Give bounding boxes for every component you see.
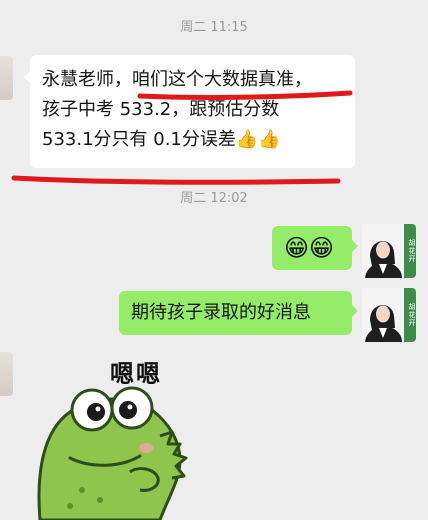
message-line-1: 永慧老师，咱们这个大数据真准， — [42, 65, 343, 95]
crocodile-sticker[interactable]: 嗯嗯 — [30, 350, 220, 520]
crocodile-icon — [37, 386, 188, 520]
message-line-3: 533.1分只有 0.1分误差👍👍 — [42, 125, 343, 155]
sender-avatar[interactable] — [0, 352, 13, 396]
sender-avatar[interactable] — [0, 56, 13, 100]
outgoing-emoji-bubble[interactable]: 😁😁 — [272, 226, 358, 270]
my-avatar[interactable]: 胡花开 — [362, 224, 416, 278]
underline-annotation — [11, 175, 341, 185]
person-photo-icon — [362, 288, 404, 342]
message-text: ， — [294, 69, 312, 90]
highlighted-text: 咱们这个大数据真准 — [132, 69, 294, 90]
incoming-message-bubble[interactable]: 永慧老师，咱们这个大数据真准， 孩子中考 533.2，跟预估分数 533.1分只… — [24, 55, 355, 168]
my-avatar[interactable]: 胡花开 — [362, 288, 416, 342]
timestamp: 周二 11:15 — [180, 20, 248, 35]
avatar-name-strip: 胡花开 — [404, 288, 416, 342]
person-photo-icon — [362, 224, 404, 278]
message-text: 永慧老师， — [42, 69, 132, 90]
avatar-name-strip: 胡花开 — [404, 224, 416, 278]
outgoing-text-bubble[interactable]: 期待孩子录取的好消息 — [119, 291, 358, 335]
message-line-2: 孩子中考 533.2，跟预估分数 — [42, 99, 280, 120]
grinning-face-emoji: 😁😁 — [284, 234, 335, 262]
message-text: 期待孩子录取的好消息 — [131, 302, 311, 323]
timestamp: 周二 12:02 — [180, 191, 248, 206]
thumbs-up-emoji: 👍👍 — [235, 129, 281, 150]
message-text: 533.1分只有 0.1分误差 — [42, 129, 236, 150]
